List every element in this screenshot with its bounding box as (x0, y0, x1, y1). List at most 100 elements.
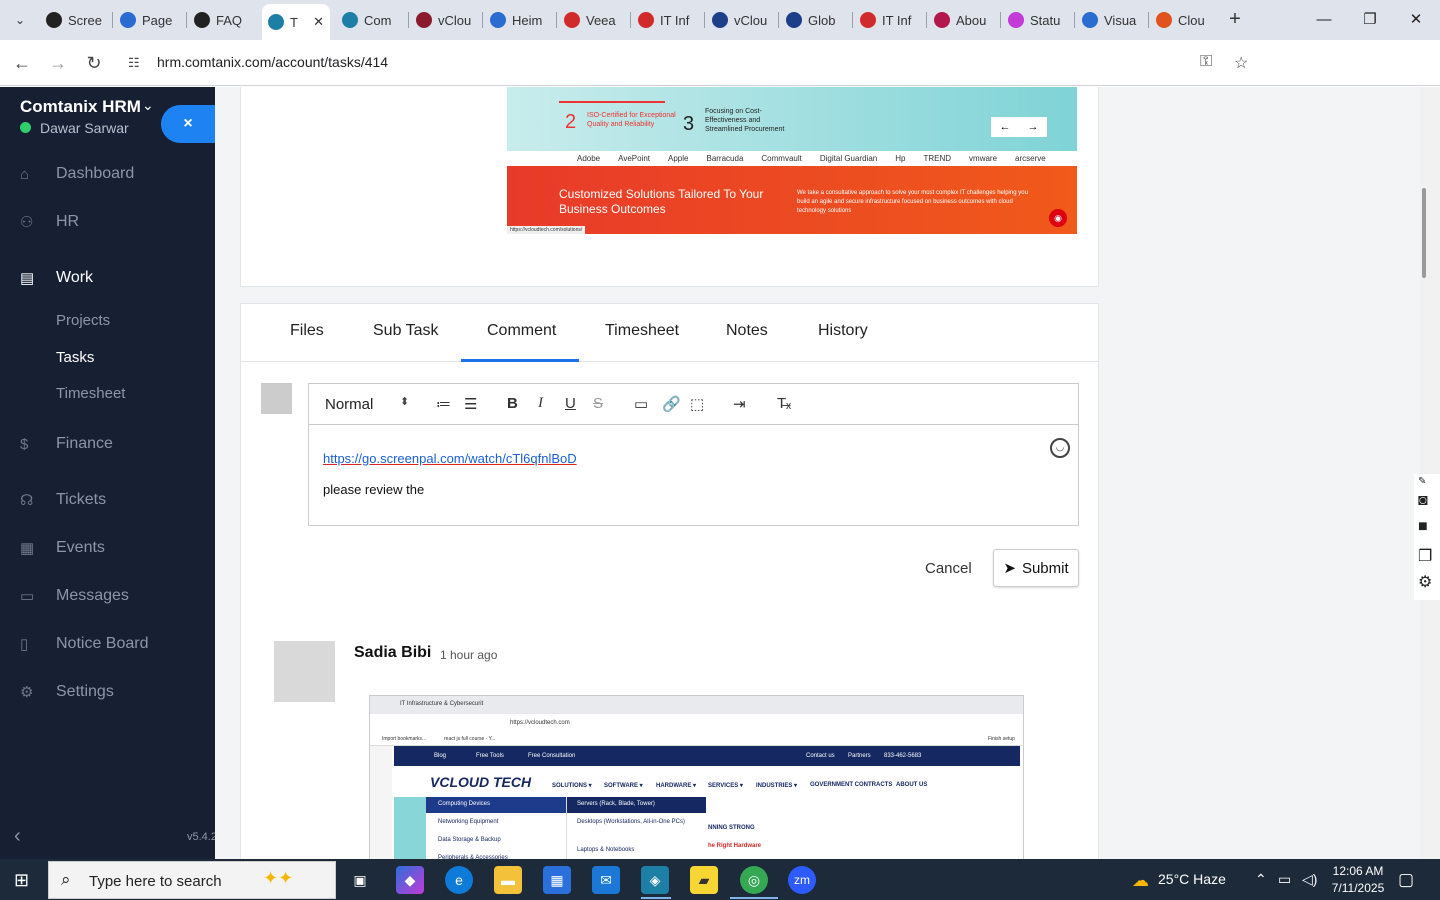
new-tab-button[interactable]: + (1224, 8, 1246, 30)
copilot-icon[interactable]: ◆ (396, 866, 424, 894)
chevron-down-icon[interactable]: ⌄ (142, 97, 154, 114)
network-icon[interactable]: ▭ (1278, 871, 1291, 888)
tab-history[interactable]: History (818, 322, 868, 340)
browser-tab[interactable]: Clou (1150, 6, 1216, 34)
bookmark-star-icon[interactable]: ☆ (1234, 53, 1248, 73)
weather-text[interactable]: 25°C Haze (1158, 871, 1226, 887)
minimize-icon[interactable]: — (1312, 8, 1336, 32)
bullet-list-icon[interactable]: ☰ (464, 395, 477, 413)
emoji-icon[interactable]: ◡ (1050, 438, 1070, 458)
comment-text[interactable]: please review the (323, 482, 424, 497)
comment-screenshot[interactable]: IT Infrastructure & Cybersecurit https:/… (369, 695, 1024, 859)
brand-name[interactable]: Comtanix HRM (20, 97, 141, 117)
indent-icon[interactable]: ⇥ (733, 395, 746, 413)
tab-notes[interactable]: Notes (726, 322, 768, 340)
sidebar-subitem-projects[interactable]: Projects (56, 312, 110, 329)
close-window-icon[interactable]: ✕ (1404, 8, 1428, 32)
volume-icon[interactable]: ◁) (1302, 871, 1317, 888)
tab-sub-task[interactable]: Sub Task (373, 322, 439, 340)
password-key-icon[interactable]: ⚿ (1200, 53, 1212, 71)
bold-icon[interactable]: B (507, 395, 518, 412)
browser-tab[interactable]: Scree (40, 6, 106, 34)
browser-tab[interactable]: Veea (558, 6, 624, 34)
tab-comment[interactable]: Comment (487, 322, 556, 340)
sidebar-item-finance[interactable]: $ Finance (0, 427, 215, 461)
sidebar-item-notice-board[interactable]: ▯ Notice Board (0, 627, 215, 661)
underline-icon[interactable]: U (565, 395, 576, 412)
window-icon[interactable]: ❐ (1418, 546, 1432, 566)
url-text[interactable]: hrm.comtanix.com/account/tasks/414 (157, 54, 388, 70)
italic-icon[interactable]: I (538, 395, 543, 412)
omnibox[interactable]: ☷ hrm.comtanix.com/account/tasks/414 ⚿ ☆ (118, 46, 1268, 80)
ordered-list-icon[interactable]: ≔ (436, 395, 451, 413)
tray-chevron-icon[interactable]: ⌃ (1255, 871, 1267, 888)
browser-tab[interactable]: Heim (484, 6, 550, 34)
task-view-icon[interactable]: ▣ (346, 866, 374, 894)
forward-icon[interactable]: → (46, 51, 70, 75)
windows-start-icon[interactable]: ⊞ (14, 870, 34, 890)
sidebar-item-work[interactable]: ▤ Work (0, 261, 215, 295)
clear-format-icon[interactable]: T̶ₓ (777, 395, 791, 412)
settings-gear-icon[interactable]: ⚙ (1418, 572, 1432, 592)
site-info-icon[interactable]: ☷ (128, 55, 144, 71)
tab-search-dropdown-icon[interactable]: ⌄ (8, 8, 32, 32)
link-icon[interactable]: 🔗 (662, 395, 681, 413)
sidebar-item-messages[interactable]: ▭ Messages (0, 579, 215, 613)
scrollbar-thumb[interactable] (1422, 188, 1426, 278)
browser-tab[interactable]: T ✕ (262, 4, 330, 40)
browser-tab[interactable]: Page (114, 6, 180, 34)
chrome-icon[interactable]: ◎ (740, 866, 768, 894)
camera-icon[interactable]: ◙ (1418, 492, 1428, 510)
blockquote-icon[interactable]: ▭ (634, 395, 648, 413)
browser-tab[interactable]: Glob (780, 6, 846, 34)
close-sidebar-button[interactable]: × (161, 105, 215, 143)
file-explorer-icon[interactable]: ▬ (494, 866, 522, 894)
format-select[interactable]: Normal (325, 396, 373, 413)
sidebar-subitem-tasks[interactable]: Tasks (56, 349, 94, 366)
store-icon[interactable]: ▦ (543, 866, 571, 894)
tab-timesheet[interactable]: Timesheet (605, 322, 679, 340)
pin-icon[interactable]: ✎ (1418, 476, 1426, 487)
comment-editor[interactable]: Normal ⬍ ≔ ☰ B I U S ▭ 🔗 ⬚ ⇥ T̶ₓ https:/… (308, 383, 1079, 526)
restore-icon[interactable]: ❐ (1358, 8, 1382, 32)
submit-button[interactable]: ➤ Submit (993, 549, 1079, 587)
tab-files[interactable]: Files (290, 322, 324, 340)
browser-tab[interactable]: Statu (1002, 6, 1068, 34)
browser-tab[interactable]: vClou (706, 6, 772, 34)
mail-icon[interactable]: ✉ (592, 866, 620, 894)
taskbar-clock[interactable]: 12:06 AM 7/11/2025 (1330, 863, 1386, 897)
video-icon[interactable]: ■ (1418, 518, 1428, 536)
select-arrows-icon[interactable]: ⬍ (400, 395, 409, 408)
browser-tab[interactable]: Com (336, 6, 402, 34)
close-tab-icon[interactable]: ✕ (313, 14, 324, 30)
cancel-button[interactable]: Cancel (925, 560, 972, 577)
image-icon[interactable]: ⬚ (690, 395, 704, 413)
sidebar-item-settings[interactable]: ⚙ Settings (0, 675, 215, 709)
zoom-icon[interactable]: zm (788, 866, 816, 894)
browser-tab[interactable]: IT Inf (632, 6, 698, 34)
sidebar-item-hr[interactable]: ⚇ HR (0, 205, 215, 239)
back-icon[interactable]: ← (10, 51, 34, 75)
sidebar-subitem-timesheet[interactable]: Timesheet (56, 385, 125, 402)
browser-tab[interactable]: vClou (410, 6, 476, 34)
shot-menu-link: INDUSTRIES ▾ (756, 783, 798, 789)
taskbar-search[interactable]: ⌕ Type here to search ✦✦ (48, 861, 336, 899)
browser-tab[interactable]: Visua (1076, 6, 1142, 34)
reload-icon[interactable]: ↻ (82, 51, 106, 75)
comment-link[interactable]: https://go.screenpal.com/watch/cTl6qfnlB… (323, 451, 577, 466)
attachment-card: 2 ISO-Certified for Exceptional Quality … (240, 87, 1099, 287)
browser-tab[interactable]: Abou (928, 6, 994, 34)
weather-icon[interactable]: ☁ (1132, 871, 1149, 891)
sidebar-item-tickets[interactable]: ☊ Tickets (0, 483, 215, 517)
sidebar-item-events[interactable]: ▦ Events (0, 531, 215, 565)
sidebar-item-dashboard[interactable]: ⌂ Dashboard (0, 157, 215, 191)
browser-tab[interactable]: IT Inf (854, 6, 920, 34)
browser-tab[interactable]: FAQ (188, 6, 254, 34)
edge-icon[interactable]: e (445, 866, 473, 894)
notifications-icon[interactable]: ▢ (1398, 870, 1414, 890)
strike-icon[interactable]: S (593, 395, 603, 412)
attachment-image[interactable]: 2 ISO-Certified for Exceptional Quality … (507, 87, 1077, 234)
app-icon[interactable]: ◈ (641, 866, 669, 894)
collapse-sidebar-icon[interactable]: ‹ (14, 825, 21, 848)
sticky-notes-icon[interactable]: ▰ (690, 866, 718, 894)
